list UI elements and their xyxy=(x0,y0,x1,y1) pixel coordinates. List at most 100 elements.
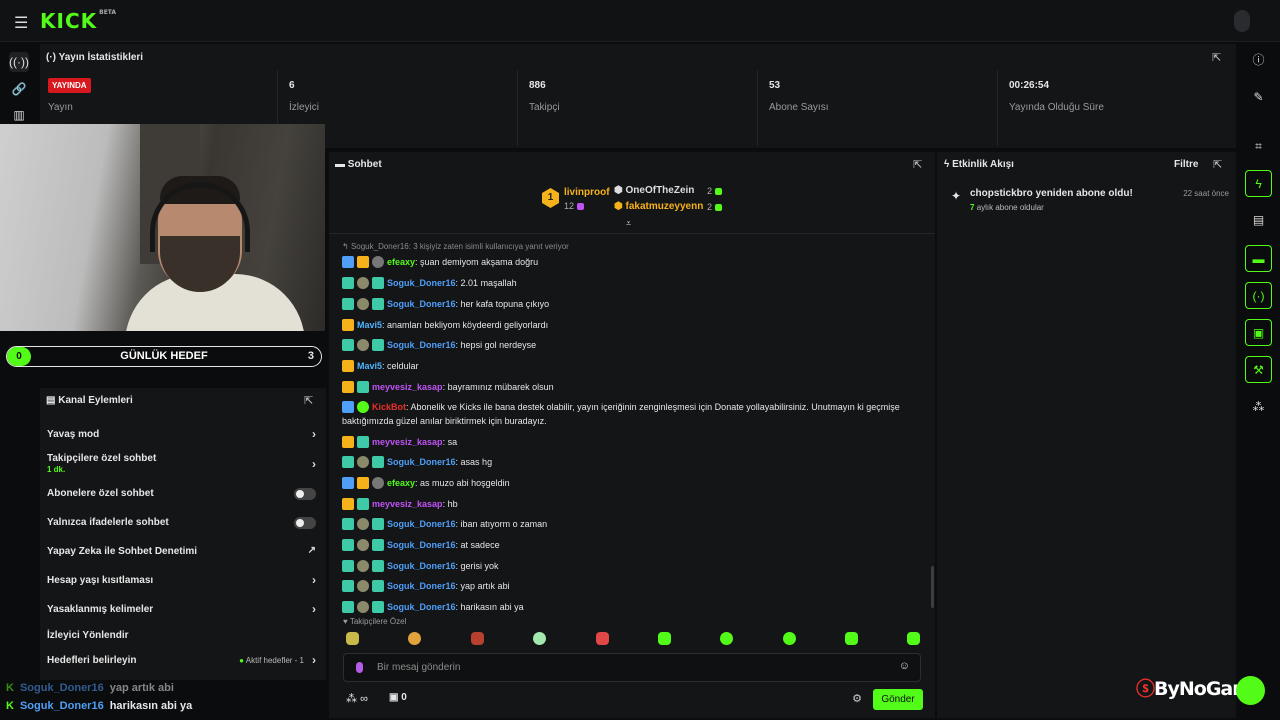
emote-icon[interactable] xyxy=(845,632,858,645)
popout-icon[interactable]: ⇱ xyxy=(913,158,922,171)
emote-icon[interactable] xyxy=(346,632,359,645)
goal-current: 0 xyxy=(7,347,31,366)
gift-counter[interactable]: ▣ 0 xyxy=(389,692,407,703)
emote-only-toggle[interactable] xyxy=(294,517,316,529)
emote-icon[interactable] xyxy=(596,632,609,645)
chat-username[interactable]: Soguk_Doner16 xyxy=(387,299,456,309)
followers-only-row[interactable]: Takipçilere özel sohbet 1 dk. › xyxy=(47,453,322,474)
globe-badge-icon xyxy=(357,276,369,289)
chat-username[interactable]: Soguk_Doner16 xyxy=(387,602,456,612)
chat-username[interactable]: meyvesiz_kasap xyxy=(372,382,443,392)
chat-username[interactable]: Soguk_Doner16 xyxy=(387,540,456,550)
subscriber-badge-icon xyxy=(357,497,369,510)
kick-k-icon: K xyxy=(6,700,14,712)
chat-message: Soguk_Doner16: yap artık abi xyxy=(342,579,922,593)
kick-logo[interactable]: KICK BETA xyxy=(40,9,116,33)
popout-icon[interactable]: ⇱ xyxy=(304,394,313,407)
subscriber-badge-icon xyxy=(342,579,354,592)
expand-leaderboard-icon[interactable]: ⩡ xyxy=(626,218,631,229)
chat-message: efeaxy: şuan demiyom akşama doğru xyxy=(342,255,922,269)
chat-username[interactable]: Soguk_Doner16 xyxy=(387,340,456,350)
chat-username[interactable]: Soguk_Doner16 xyxy=(387,278,456,288)
chat-icon[interactable]: ▬ xyxy=(1245,245,1272,272)
chat-username[interactable]: efeaxy xyxy=(387,478,415,488)
wrench-icon[interactable]: ⚒ xyxy=(1245,356,1272,383)
emote-icon[interactable] xyxy=(533,632,546,645)
emote-icon[interactable] xyxy=(471,632,484,645)
send-button[interactable]: Gönder xyxy=(873,689,923,710)
chat-username[interactable]: Mavi5 xyxy=(357,320,382,330)
globe-badge-icon xyxy=(357,538,369,551)
overlay-chat-line: K Soguk_Doner16 yap artık abi xyxy=(6,682,174,694)
broadcast-panel-icon[interactable]: (·) xyxy=(1245,282,1272,309)
gift-badge-icon xyxy=(372,455,384,468)
info-icon[interactable]: ⓘ xyxy=(1245,47,1272,74)
popout-icon[interactable]: ⇱ xyxy=(1213,158,1222,171)
shield-badge-icon xyxy=(372,476,384,489)
moderator-badge-icon xyxy=(342,476,354,489)
followers-only-label: ♥ Takipçilere Özel xyxy=(343,617,407,626)
leaderboard-user[interactable]: ⬢ OneOfTheZein xyxy=(614,185,694,196)
stat-value: 53 xyxy=(769,80,781,91)
chat-message: Soguk_Doner16: 2.01 maşallah xyxy=(342,276,922,290)
broadcast-icon[interactable]: ((·)) xyxy=(9,52,29,72)
link-icon[interactable]: 🔗 xyxy=(9,79,29,99)
microphone-icon[interactable] xyxy=(356,662,363,673)
crown-badge-icon xyxy=(342,380,354,393)
pencil-icon[interactable]: ✎ xyxy=(1245,84,1272,111)
chat-username[interactable]: KickBot xyxy=(372,402,406,412)
notes-icon[interactable]: ▤ xyxy=(1245,207,1272,234)
chat-footer: ⁂ ∞ ▣ 0 ⚙ Gönder xyxy=(343,688,923,710)
chat-message: Soguk_Doner16: iban atıyorm o zaman xyxy=(342,517,922,531)
chat-username[interactable]: Soguk_Doner16 xyxy=(387,561,456,571)
ai-moderation-row[interactable]: Yapay Zeka ile Sohbet Denetimi ↗ xyxy=(47,545,322,557)
stats-icon[interactable]: ▥ xyxy=(9,105,29,125)
set-goals-row[interactable]: Hedefleri belirleyin ● Aktif hedefler - 1… xyxy=(47,653,322,667)
chat-message: Mavi5: anamları bekliyom köydeerdi geliy… xyxy=(342,318,922,332)
chat-username[interactable]: efeaxy xyxy=(387,257,415,267)
feed-header: ϟ Etkinlik Akışı xyxy=(944,159,1014,170)
subscribers-only-row: Abonelere özel sohbet xyxy=(47,488,322,500)
emote-icon[interactable] xyxy=(907,632,920,645)
right-rail: ⓘ ✎ ⌗ ϟ ▤ ▬ (·) ▣ ⚒ ⁂ xyxy=(1238,42,1280,720)
emote-icon[interactable] xyxy=(720,632,733,645)
slow-mode-row[interactable]: Yavaş mod › xyxy=(47,427,322,441)
rank-badge: 1 xyxy=(542,188,559,208)
leaderboard-user[interactable]: livinproof xyxy=(564,187,610,198)
chat-username[interactable]: meyvesiz_kasap xyxy=(372,499,443,509)
popout-icon[interactable]: ⇱ xyxy=(1212,51,1221,64)
users-icon[interactable]: ⁂ ∞ xyxy=(346,692,368,705)
user-avatar[interactable] xyxy=(1234,10,1250,32)
account-age-row[interactable]: Hesap yaşı kısıtlaması › xyxy=(47,573,322,587)
subscriber-badge-icon xyxy=(357,435,369,448)
chat-username[interactable]: Soguk_Doner16 xyxy=(387,457,456,467)
subscribers-only-toggle[interactable] xyxy=(294,488,316,500)
banned-words-row[interactable]: Yasaklanmış kelimeler › xyxy=(47,602,322,616)
live-badge: YAYINDA xyxy=(48,78,91,93)
leaderboard-user[interactable]: ⬢ fakatmuzeyyenn xyxy=(614,201,703,212)
stat-value: 00:26:54 xyxy=(1009,80,1050,91)
lightning-icon[interactable]: ϟ xyxy=(1245,170,1272,197)
stat-label: İzleyici xyxy=(289,102,320,113)
chat-scrollbar[interactable] xyxy=(931,566,934,608)
filter-button[interactable]: Filtre xyxy=(1174,159,1198,170)
hamburger-menu-icon[interactable]: ☰ xyxy=(14,13,28,33)
subscriber-badge-icon xyxy=(342,338,354,351)
emote-icon[interactable] xyxy=(783,632,796,645)
subscriber-badge-icon xyxy=(357,380,369,393)
emote-icon[interactable] xyxy=(408,632,421,645)
clip-icon[interactable]: ⌗ xyxy=(1245,133,1272,160)
chat-input[interactable]: Bir mesaj gönderin ☺ xyxy=(343,653,921,682)
emote-icon[interactable] xyxy=(658,632,671,645)
host-viewers-row[interactable]: İzleyici Yönlendir xyxy=(47,630,322,641)
chat-username[interactable]: Mavi5 xyxy=(357,361,382,371)
chat-username[interactable]: Soguk_Doner16 xyxy=(387,581,456,591)
layout-icon[interactable]: ▣ xyxy=(1245,319,1272,346)
feed-item-title: chopstickbro yeniden abone oldu! xyxy=(970,188,1133,199)
settings-gear-icon[interactable]: ⚙ xyxy=(852,692,862,705)
chat-username[interactable]: Soguk_Doner16 xyxy=(387,519,456,529)
leaderboard-count: 12 xyxy=(564,201,585,211)
users-icon[interactable]: ⁂ xyxy=(1245,394,1272,421)
chat-username[interactable]: meyvesiz_kasap xyxy=(372,437,443,447)
emoji-icon[interactable]: ☺ xyxy=(899,660,910,672)
